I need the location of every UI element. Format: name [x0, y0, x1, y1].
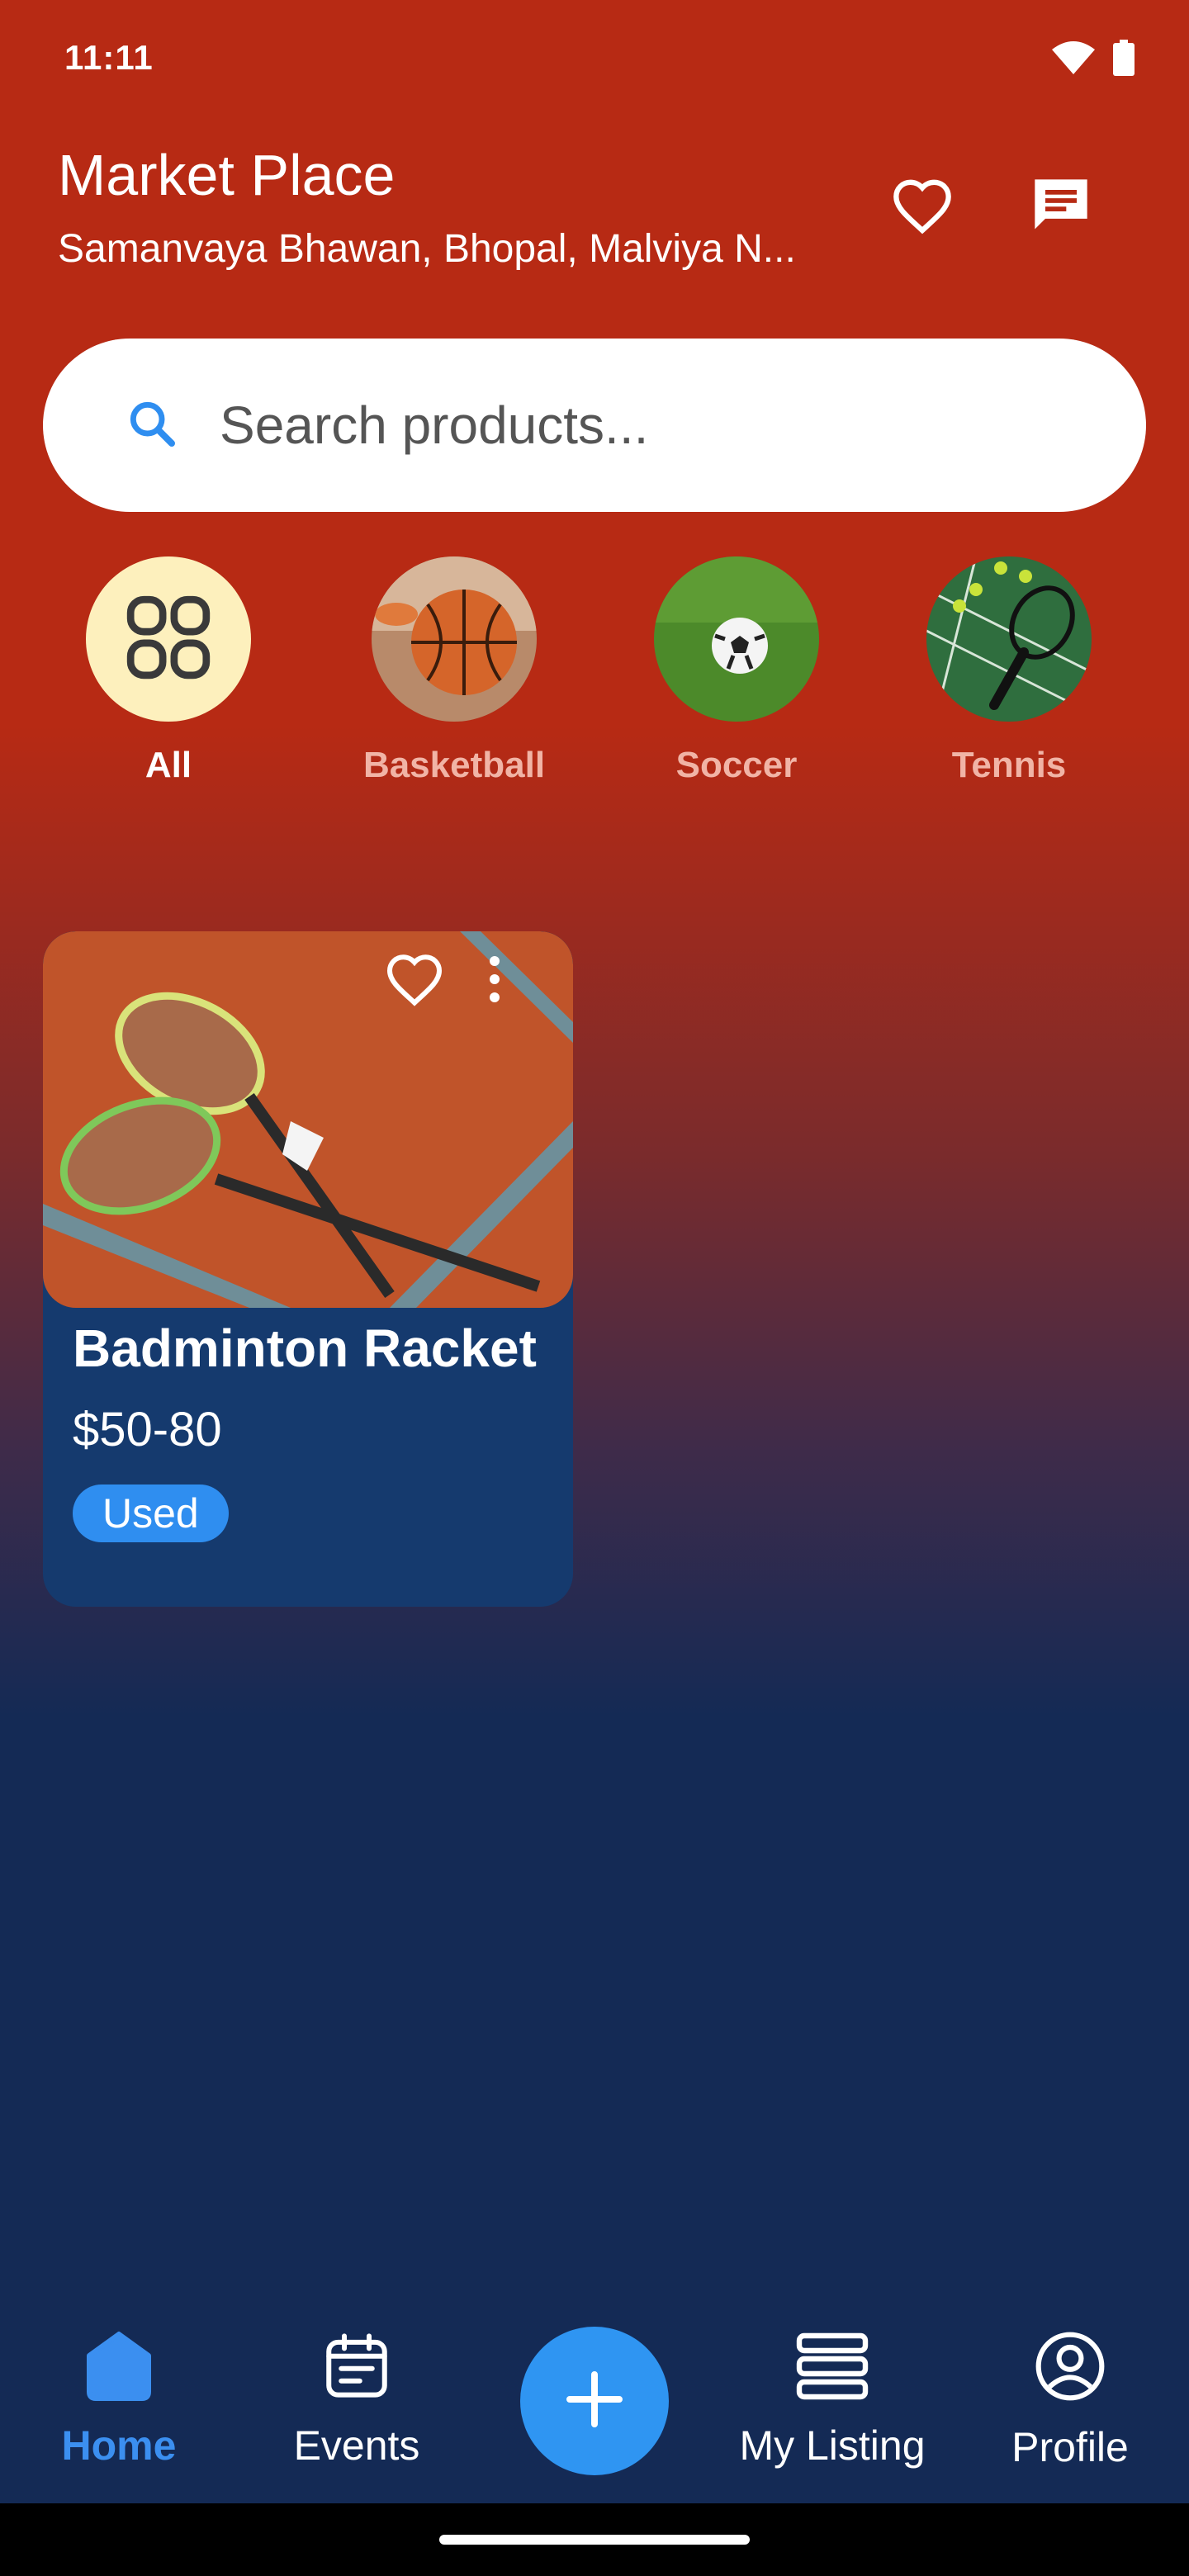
listing-price: $50-80 — [73, 1403, 222, 1456]
nav-home[interactable]: Home — [12, 2328, 226, 2469]
basketball-image — [372, 556, 537, 722]
page-title: Market Place — [58, 143, 396, 207]
plus-icon — [561, 2366, 628, 2436]
listing-card[interactable]: Badminton Racket $50-80 Used — [43, 931, 573, 1607]
messages-button[interactable] — [1016, 162, 1106, 253]
nav-events[interactable]: Events — [249, 2328, 464, 2469]
nav-my-listing-label: My Listing — [739, 2422, 926, 2469]
account-circle-icon — [1032, 2328, 1108, 2408]
status-icons — [1052, 40, 1135, 80]
home-icon — [79, 2328, 159, 2407]
category-basketball[interactable]: Basketball — [355, 556, 553, 786]
battery-icon — [1113, 40, 1135, 80]
status-time: 11:11 — [64, 38, 154, 77]
tennis-image — [926, 556, 1092, 722]
category-label-all: All — [144, 745, 192, 785]
heart-outline-icon — [385, 952, 444, 1011]
nav-my-listing[interactable]: My Listing — [725, 2328, 940, 2469]
category-all-circle — [86, 556, 251, 722]
add-listing-button[interactable] — [520, 2327, 669, 2475]
nav-events-label: Events — [293, 2422, 420, 2469]
search-bar[interactable] — [43, 339, 1146, 512]
soccer-image — [654, 556, 819, 722]
nav-profile-label: Profile — [1011, 2424, 1129, 2470]
wifi-icon — [1052, 41, 1095, 78]
condition-badge: Used — [73, 1485, 229, 1542]
listing-title: Badminton Racket — [73, 1319, 537, 1378]
listing-image — [43, 931, 573, 1308]
home-gesture-handle[interactable] — [439, 2535, 750, 2545]
more-vert-icon — [488, 954, 501, 1008]
listing-more-button[interactable] — [466, 948, 523, 1014]
category-tennis[interactable]: Tennis — [910, 556, 1108, 786]
calendar-icon — [320, 2328, 394, 2407]
favorites-button[interactable] — [877, 162, 968, 253]
location-subtitle[interactable]: Samanvaya Bhawan, Bhopal, Malviya N... — [58, 226, 859, 272]
list-icon — [793, 2328, 872, 2407]
category-soccer[interactable]: Soccer — [637, 556, 836, 786]
category-label-soccer: Soccer — [675, 745, 798, 785]
nav-profile[interactable]: Profile — [963, 2328, 1177, 2471]
category-label-tennis: Tennis — [951, 745, 1067, 785]
category-label-basketball: Basketball — [362, 745, 546, 785]
heart-icon — [891, 177, 954, 239]
chat-icon — [1030, 174, 1092, 241]
search-icon — [126, 397, 178, 454]
search-input[interactable] — [220, 395, 1146, 456]
nav-home-label: Home — [61, 2422, 177, 2469]
category-all[interactable]: All — [69, 556, 268, 786]
grid-icon — [123, 592, 214, 687]
listing-favorite-button[interactable] — [381, 948, 448, 1014]
